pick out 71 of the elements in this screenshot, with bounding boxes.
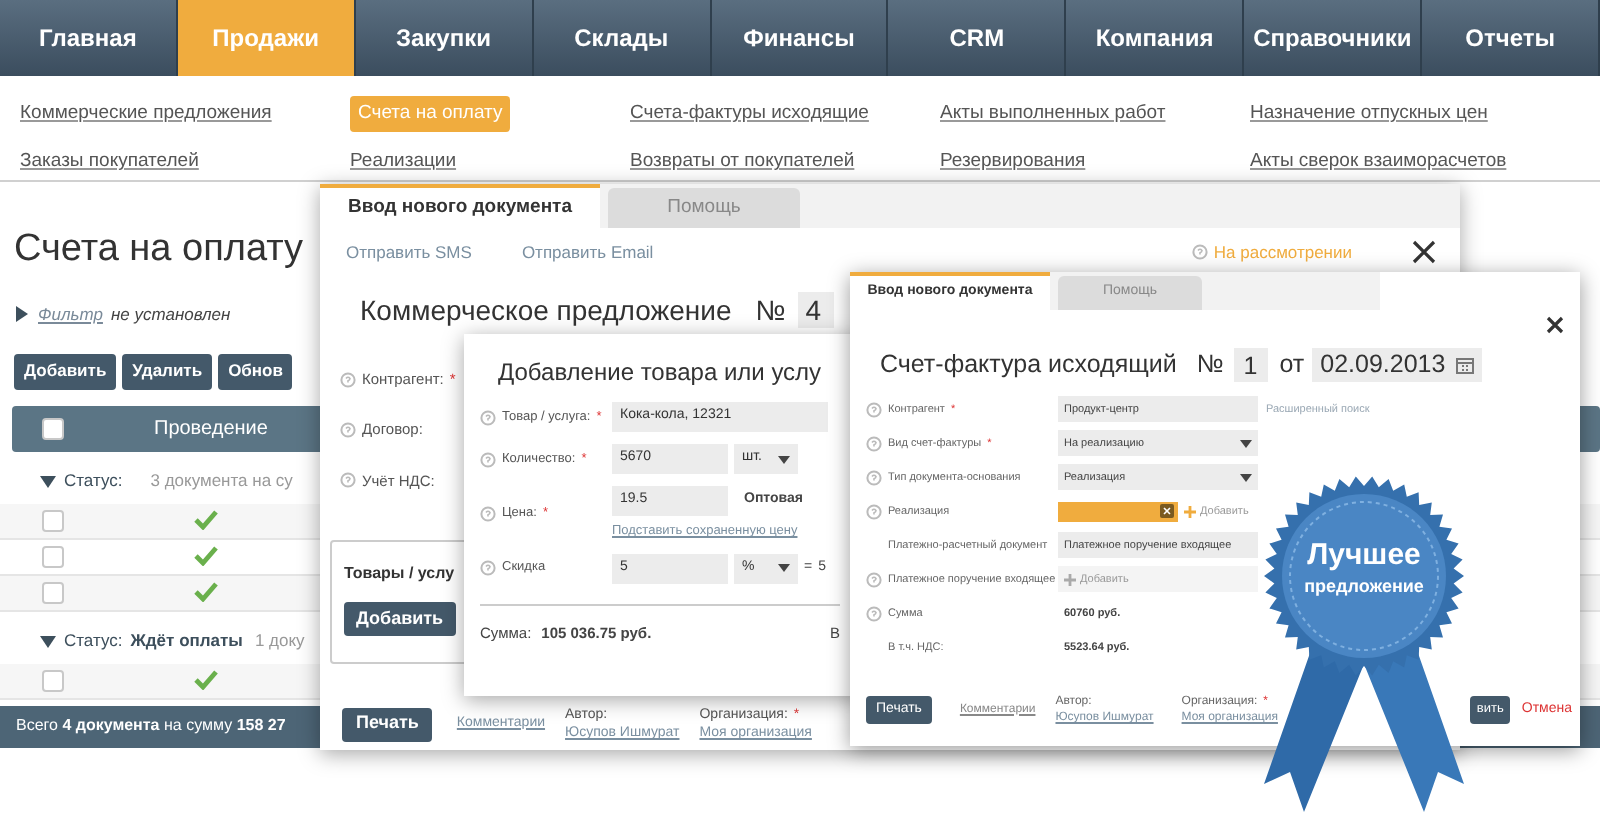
add-button[interactable]: Добавить	[344, 601, 456, 636]
filter-status: не установлен	[110, 302, 231, 328]
plus-icon	[1064, 573, 1076, 586]
checkbox[interactable]	[42, 669, 64, 692]
toolbar-button[interactable]: Добавить	[14, 353, 117, 390]
help-icon	[340, 421, 356, 438]
nav-tab[interactable]: Закупки	[355, 0, 534, 76]
date-field[interactable]: 02.09.2013	[1312, 347, 1482, 382]
caret-icon	[1240, 439, 1252, 448]
checkbox[interactable]	[42, 509, 64, 532]
document-title: Счет-фактура исходящий	[880, 348, 1177, 382]
status-label: На рассмотрении	[1213, 243, 1352, 261]
expand-arrow-icon[interactable]	[14, 306, 30, 323]
number-field[interactable]: 4	[797, 292, 834, 328]
group-summary: 1 доку	[254, 628, 305, 655]
help-icon	[480, 505, 496, 522]
print-button[interactable]: Печать	[342, 707, 433, 741]
help-icon	[340, 371, 356, 388]
document-title: Коммерческое предложение	[360, 296, 732, 324]
group-summary: 3 документа на су	[150, 468, 293, 495]
help-icon	[480, 451, 496, 467]
date-value: 02.09.2013	[1320, 348, 1446, 382]
calendar-icon	[1455, 355, 1474, 374]
filter-link[interactable]: Фильтр	[38, 302, 103, 328]
nav-tab[interactable]: Финансы	[711, 0, 889, 76]
subnav-link[interactable]: Акты выполненных работ	[940, 96, 1166, 133]
summary-text: Всего 4 документа на сумму 158 27	[16, 714, 286, 739]
nav-tab[interactable]: Склады	[533, 0, 712, 76]
subnav-link[interactable]: Заказы покупателей	[20, 144, 199, 181]
checkbox[interactable]	[42, 545, 64, 568]
subnav-link[interactable]: Возвраты от покупателей	[630, 144, 855, 181]
help-icon	[480, 560, 496, 577]
subnav-link[interactable]: Назначение отпускных цен	[1250, 96, 1488, 133]
help-icon	[480, 409, 496, 425]
tab[interactable]: Ввод нового документа	[320, 184, 600, 228]
number-label: №	[1196, 348, 1224, 382]
collapse-arrow-icon[interactable]	[40, 473, 56, 490]
nav-tab[interactable]: Справочники	[1244, 0, 1423, 76]
badge-title: Лучшее	[1307, 538, 1421, 576]
column-header: Проведение	[154, 415, 268, 444]
collapse-arrow-icon[interactable]	[40, 633, 56, 650]
page-title: Счета на оплату	[14, 230, 304, 268]
help-icon	[1191, 244, 1208, 260]
subnav-link[interactable]: Реализации	[350, 144, 457, 181]
badge-subtitle: предложение	[1304, 575, 1424, 598]
number-label: №	[755, 296, 786, 324]
subnav-link[interactable]: Коммерческие предложения	[20, 96, 272, 133]
date-label: от	[1279, 348, 1305, 382]
subnav-link[interactable]: Акты сверок взаиморасчетов	[1250, 144, 1507, 181]
toolbar-button[interactable]: Удалить	[122, 353, 213, 390]
subnav-link[interactable]: Резервирования	[940, 144, 1086, 181]
nav-tab[interactable]: Отчеты	[1422, 0, 1600, 76]
group-status: Ждёт оплаты	[130, 628, 243, 655]
caret-icon	[1240, 473, 1252, 482]
plus-icon	[1184, 505, 1196, 518]
section-title: Товары / услу	[344, 561, 455, 586]
close-icon[interactable]	[1412, 240, 1436, 264]
close-icon[interactable]	[1546, 316, 1564, 334]
group-label: Статус:	[64, 628, 123, 655]
selected-tag[interactable]	[1058, 501, 1178, 522]
subnav-link[interactable]: Счета-фактуры исходящие	[630, 96, 869, 133]
help-icon	[340, 472, 356, 489]
nav-tab[interactable]: CRM	[888, 0, 1067, 76]
checkbox[interactable]	[42, 581, 64, 604]
group-label: Статус:	[64, 468, 123, 495]
checkbox[interactable]	[42, 417, 64, 440]
dialog-title: Добавление товара или услу	[498, 356, 822, 390]
toolbar-button[interactable]: Обнов	[218, 353, 293, 390]
nav-tab[interactable]: Компания	[1066, 0, 1245, 76]
number-field[interactable]: 1	[1233, 347, 1268, 382]
remove-icon	[1160, 504, 1174, 519]
